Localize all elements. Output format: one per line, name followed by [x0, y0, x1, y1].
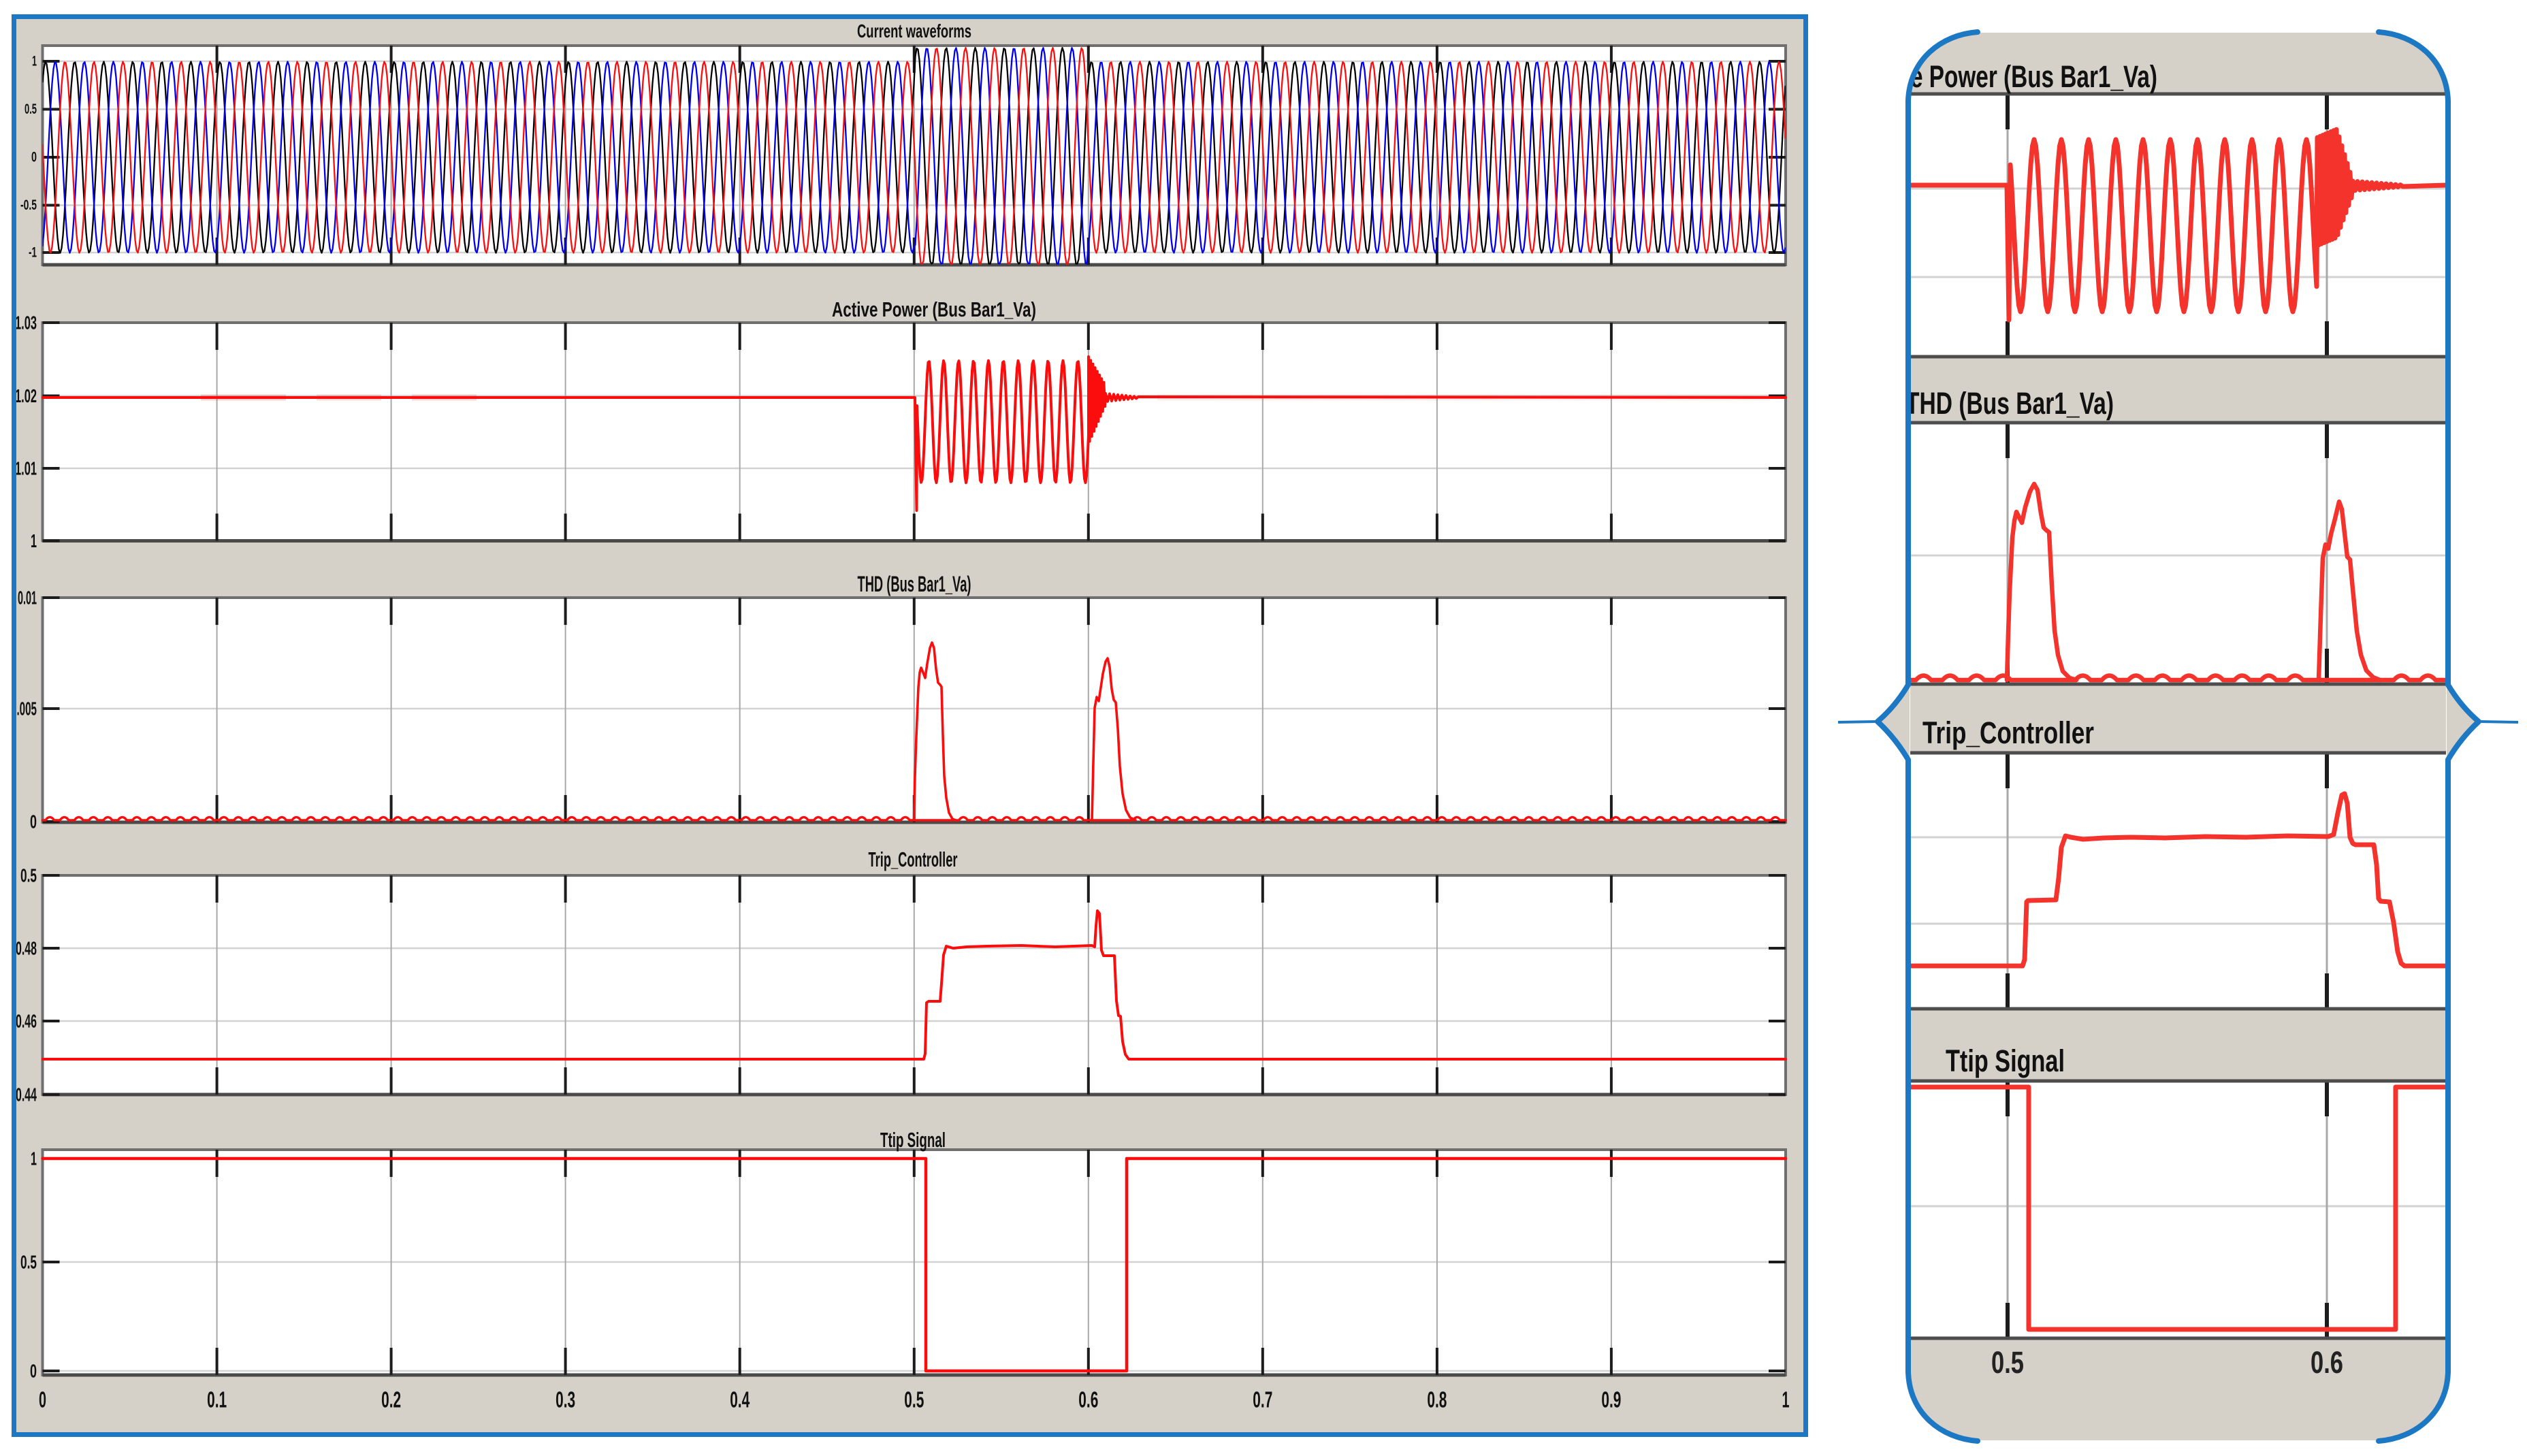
svg-text:-1: -1	[29, 245, 37, 261]
svg-text:0.3: 0.3	[556, 1387, 575, 1412]
svg-text:1.02: 1.02	[15, 385, 37, 406]
svg-text:0: 0	[30, 811, 37, 832]
svg-text:Current waveforms: Current waveforms	[857, 20, 971, 42]
svg-text:Trip_Controller: Trip_Controller	[1922, 715, 2094, 750]
svg-text:0.2: 0.2	[381, 1387, 401, 1412]
svg-text:0.1: 0.1	[207, 1387, 227, 1412]
svg-text:0.01: 0.01	[18, 587, 37, 609]
svg-text:0.5: 0.5	[1991, 1345, 2024, 1380]
svg-text:0.7: 0.7	[1253, 1387, 1272, 1412]
svg-text:0.48: 0.48	[16, 938, 37, 959]
svg-text:0: 0	[31, 150, 37, 165]
svg-text:Active Power (Bus Bar1_Va): Active Power (Bus Bar1_Va)	[832, 297, 1036, 321]
svg-text:0.6: 0.6	[1078, 1387, 1098, 1412]
svg-text:Ttip Signal: Ttip Signal	[1946, 1044, 2065, 1078]
svg-text:0.4: 0.4	[730, 1387, 750, 1412]
svg-text:1.01: 1.01	[15, 458, 37, 479]
svg-text:Trip_Controller: Trip_Controller	[869, 847, 958, 871]
svg-text:-0.5: -0.5	[20, 197, 37, 213]
svg-text:0: 0	[39, 1387, 46, 1412]
svg-text:0.46: 0.46	[16, 1011, 37, 1032]
svg-text:0.9: 0.9	[1601, 1387, 1621, 1412]
svg-text:THD (Bus Bar1_Va): THD (Bus Bar1_Va)	[1905, 386, 2114, 421]
svg-text:THD (Bus Bar1_Va): THD (Bus Bar1_Va)	[858, 572, 971, 596]
svg-text:0.6: 0.6	[2311, 1345, 2343, 1380]
svg-text:1: 1	[1782, 1387, 1790, 1412]
svg-text:0.5: 0.5	[904, 1387, 924, 1412]
svg-text:1: 1	[31, 530, 37, 551]
svg-text:0.44: 0.44	[16, 1084, 37, 1105]
svg-text:0.5: 0.5	[20, 865, 37, 886]
svg-text:1.03: 1.03	[15, 312, 37, 334]
svg-text:0.8: 0.8	[1427, 1387, 1447, 1412]
svg-text:0: 0	[30, 1361, 37, 1382]
svg-text:0.5: 0.5	[25, 101, 37, 117]
svg-text:e Power (Bus Bar1_Va): e Power (Bus Bar1_Va)	[1910, 59, 2157, 94]
svg-text:1: 1	[32, 54, 37, 69]
svg-text:Ttip Signal: Ttip Signal	[880, 1128, 946, 1152]
svg-text:1: 1	[31, 1148, 37, 1169]
svg-text:0.5: 0.5	[20, 1252, 37, 1273]
